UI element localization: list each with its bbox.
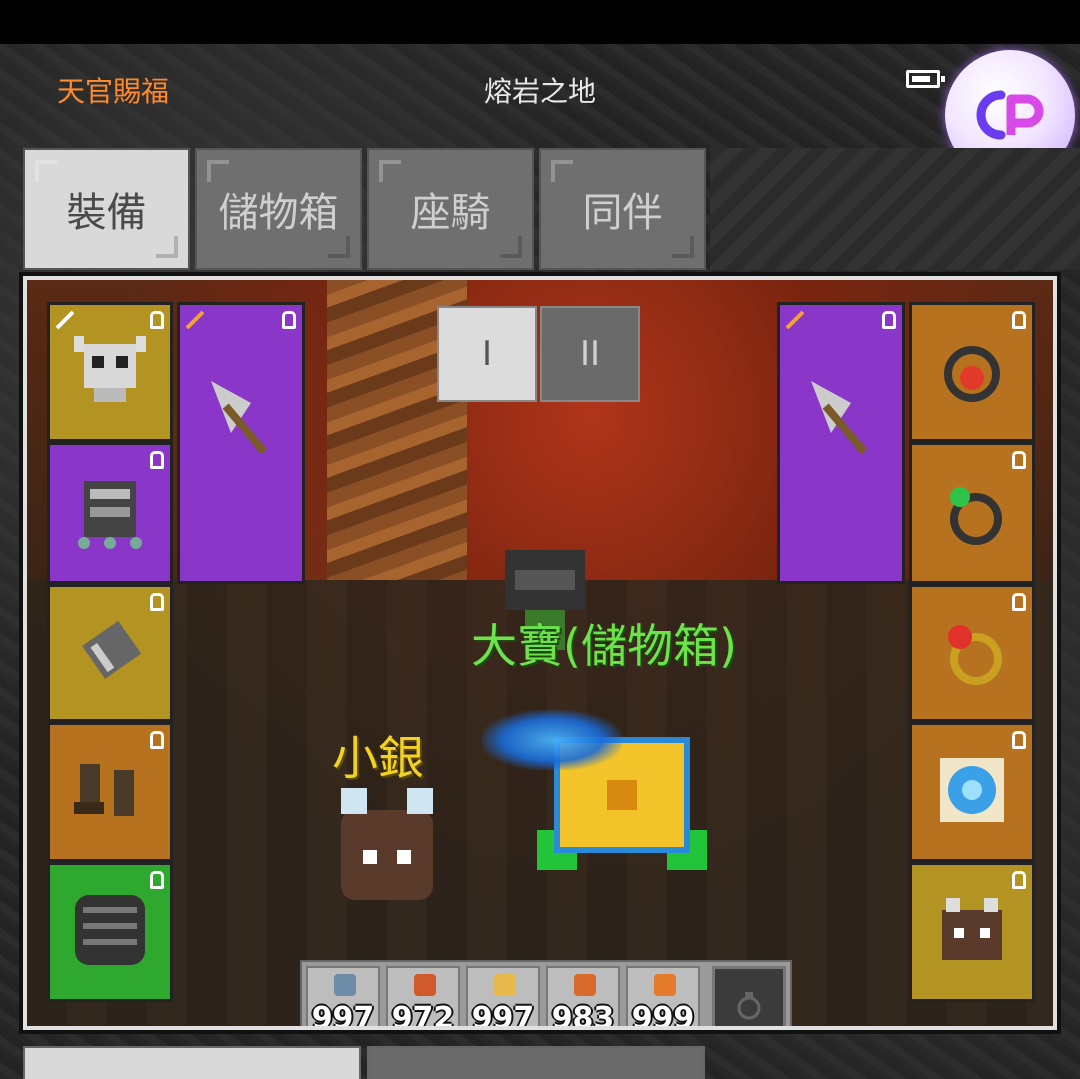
potion-slot-2[interactable]: 972	[386, 966, 460, 1030]
potion-slot-4[interactable]: 983	[546, 966, 620, 1030]
axe-icon	[791, 363, 891, 467]
slot-boots[interactable]	[47, 722, 173, 862]
lock-icon	[150, 593, 164, 611]
slot-pet[interactable]	[909, 862, 1035, 1002]
potion-count: 997	[471, 1001, 535, 1030]
potion-bottle-icon	[494, 974, 516, 996]
pet-name-label: 大寶(儲物箱)	[471, 619, 737, 673]
server-name: 天官賜福	[57, 75, 170, 108]
companion-name-label: 小銀	[332, 731, 424, 785]
pet-critter-icon	[932, 890, 1012, 974]
lock-icon	[150, 311, 164, 329]
page-toggle: I II	[437, 306, 640, 402]
slot-armor[interactable]	[47, 442, 173, 584]
bottom-tab-2[interactable]	[367, 1046, 705, 1079]
tab-label: 同伴	[582, 190, 663, 236]
potion-bottle-icon	[574, 974, 596, 996]
slot-ring-1[interactable]	[909, 442, 1035, 584]
ice-splash-effect	[482, 710, 622, 770]
lock-icon	[150, 731, 164, 749]
ring-green-icon	[932, 471, 1012, 555]
coil-armor-icon	[65, 885, 155, 979]
potion-count: 997	[311, 1001, 375, 1030]
tab-label: 座騎	[410, 190, 491, 236]
tab-storage[interactable]: 儲物箱	[195, 148, 362, 270]
tab-companion[interactable]: 同伴	[539, 148, 706, 270]
bottom-tab-1[interactable]	[23, 1046, 361, 1079]
potion-slot-1[interactable]: 997	[306, 966, 380, 1030]
tab-mount[interactable]: 座騎	[367, 148, 534, 270]
bottom-tabs	[23, 1046, 705, 1079]
bag-icon	[334, 974, 356, 996]
slot-main-weapon[interactable]	[177, 302, 305, 584]
boots-icon	[70, 750, 150, 834]
potion-count: 972	[391, 1001, 455, 1030]
ring-red-icon	[932, 611, 1012, 695]
sword-tag-icon	[784, 309, 806, 331]
sword-icon	[54, 309, 76, 331]
slot-offhand-weapon[interactable]	[777, 302, 905, 584]
amulet-icon	[932, 330, 1012, 414]
armor-icon	[70, 471, 150, 555]
map-title: 熔岩之地	[483, 75, 596, 108]
axe-icon	[191, 363, 291, 467]
gauntlet-icon	[70, 611, 150, 695]
slot-gloves[interactable]	[47, 584, 173, 722]
companion-critter[interactable]	[327, 780, 447, 910]
page-2-button[interactable]: II	[540, 306, 640, 402]
tab-equipment[interactable]: 裝備	[23, 148, 190, 270]
status-bar	[0, 0, 1080, 44]
slot-ring-2[interactable]	[909, 584, 1035, 722]
lock-icon	[1012, 871, 1026, 889]
blue-orb-icon	[932, 750, 1012, 834]
slot-helmet[interactable]	[47, 302, 173, 442]
equipment-panel: I II 大寶(儲物箱) 小銀 997 972 997 983 999	[19, 272, 1061, 1034]
potion-slot-5[interactable]: 999	[626, 966, 700, 1030]
lock-icon	[1012, 311, 1026, 329]
battery-icon	[906, 70, 945, 88]
potion-count: 983	[551, 1001, 615, 1030]
skull-helmet-icon	[70, 330, 150, 414]
slot-necklace[interactable]	[909, 302, 1035, 442]
potion-bottle-icon	[654, 974, 676, 996]
empty-potion-slot[interactable]	[712, 966, 786, 1026]
potion-count: 999	[631, 1001, 695, 1030]
empty-bottle-icon	[737, 992, 761, 1020]
tab-strip-decoration	[710, 148, 1080, 270]
lock-icon	[150, 451, 164, 469]
sword-tag-icon	[184, 309, 206, 331]
lock-icon	[1012, 731, 1026, 749]
slot-orb[interactable]	[909, 722, 1035, 862]
lock-icon	[882, 311, 896, 329]
potion-bottle-icon	[414, 974, 436, 996]
page-1-button[interactable]: I	[437, 306, 537, 402]
lock-icon	[1012, 593, 1026, 611]
inventory-tabs: 裝備 儲物箱 座騎 同伴	[23, 148, 706, 270]
slot-belt[interactable]	[47, 862, 173, 1002]
potion-quickbar: 997 972 997 983 999	[300, 960, 792, 1030]
tab-label: 裝備	[66, 190, 147, 236]
potion-slot-3[interactable]: 997	[466, 966, 540, 1030]
lock-icon	[1012, 451, 1026, 469]
lock-icon	[282, 311, 296, 329]
tab-label: 儲物箱	[218, 190, 339, 236]
game-screen: 天官賜福 熔岩之地 裝備 儲物箱 座騎 同伴 I II 大寶(儲物箱) 小銀 9…	[0, 44, 1080, 1079]
